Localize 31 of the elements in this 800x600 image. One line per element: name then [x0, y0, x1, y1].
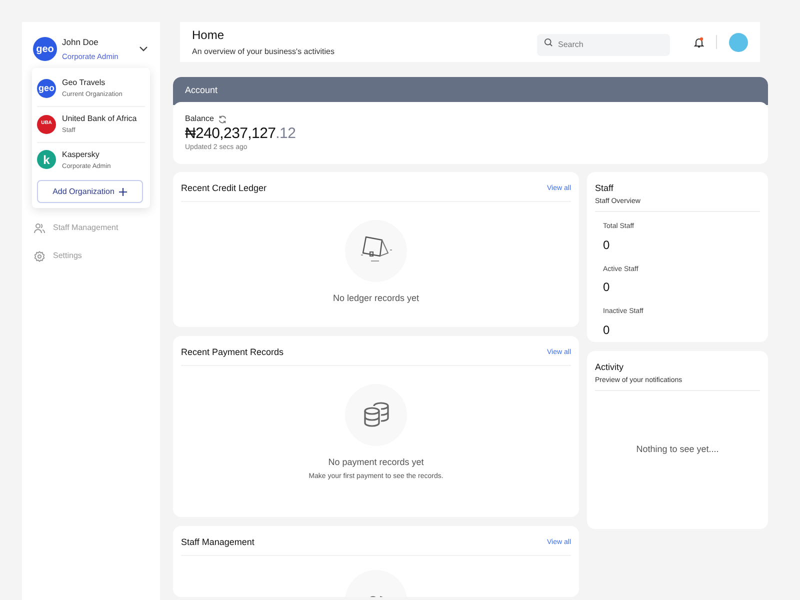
nav-item[interactable]: Staff Management: [34, 222, 148, 234]
bell-icon[interactable]: [694, 36, 704, 48]
page-subtitle: An overview of your business's activities: [192, 46, 334, 58]
empty-message: No payment records yet: [328, 456, 424, 469]
card-title: Staff: [595, 182, 614, 195]
page-title: Home: [192, 27, 226, 44]
empty-message: No ledger records yet: [332, 292, 420, 305]
user-name: John Doe: [62, 36, 100, 49]
section-title: Account: [185, 84, 218, 98]
people-icon: [34, 222, 45, 234]
settings-icon: [34, 250, 45, 262]
card-title: Recent Payment Records: [181, 346, 284, 359]
logo-icon: geo: [33, 37, 57, 61]
nav-item[interactable]: Settings: [34, 250, 148, 262]
card-title: Recent Credit Ledger: [181, 182, 267, 195]
card-title: Activity: [595, 361, 625, 374]
card-title: Staff Management: [181, 536, 254, 549]
stat-value: 0: [603, 322, 611, 338]
stat-value: 0: [603, 279, 611, 296]
search-field[interactable]: Search: [537, 34, 670, 56]
stat-value: 0: [603, 236, 611, 254]
logo-icon: k: [37, 150, 56, 170]
refresh-icon[interactable]: [218, 114, 227, 124]
search-icon: [544, 38, 553, 46]
logo-icon: geo: [37, 78, 56, 98]
add-organization-button[interactable]: Add Organization: [37, 180, 143, 204]
balance-amount: ₦240,237,127.12: [185, 125, 297, 143]
chevron-icon[interactable]: [139, 46, 148, 52]
plus-icon: [119, 188, 128, 196]
balance-label: Balance: [185, 113, 214, 125]
empty-message: Nothing to see yet....: [636, 443, 719, 456]
